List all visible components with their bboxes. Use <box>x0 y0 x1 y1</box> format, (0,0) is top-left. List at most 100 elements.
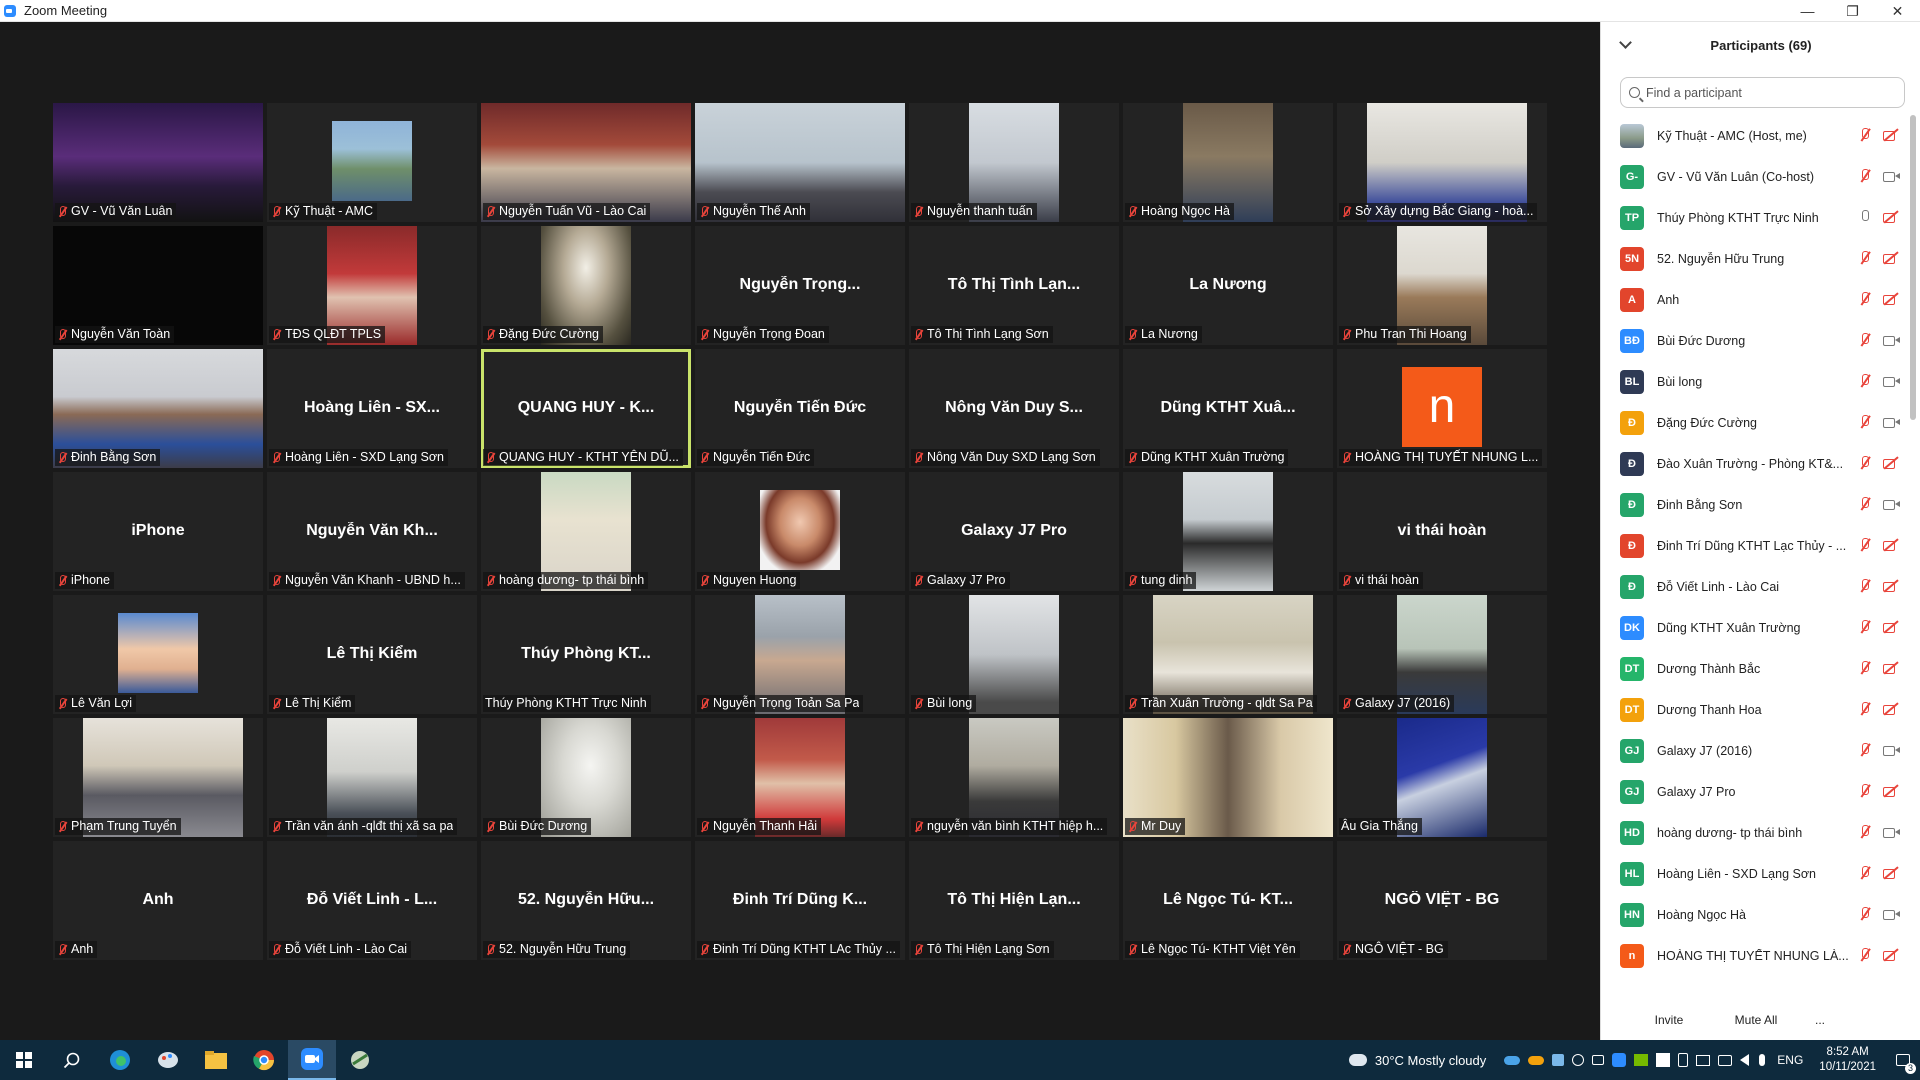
video-tile[interactable]: hoàng dương- tp thái bình <box>481 472 691 591</box>
video-tile[interactable]: Âu Gia Thắng <box>1337 718 1547 837</box>
scrollbar[interactable] <box>1910 115 1916 420</box>
app-icon[interactable] <box>336 1040 384 1080</box>
video-off-icon[interactable] <box>1883 619 1899 635</box>
video-tile[interactable]: iPhone iPhone <box>53 472 263 591</box>
video-tile[interactable]: Galaxy J7 (2016) <box>1337 595 1547 714</box>
video-tile[interactable]: Bùi Đức Dương <box>481 718 691 837</box>
file-explorer-icon[interactable] <box>192 1040 240 1080</box>
participant-row[interactable]: GJ Galaxy J7 Pro <box>1601 771 1907 812</box>
participant-row[interactable]: n HOÀNG THỊ TUYẾT NHUNG LÀ... <box>1601 935 1907 976</box>
volume-icon[interactable] <box>1740 1054 1750 1066</box>
participant-row[interactable]: BĐ Bùi Đức Dương <box>1601 320 1907 361</box>
microphone-muted-icon[interactable] <box>1859 742 1871 758</box>
video-off-icon[interactable] <box>1883 578 1899 594</box>
video-tile[interactable]: Kỹ Thuật - AMC <box>267 103 477 222</box>
video-camera-icon[interactable] <box>1883 906 1900 922</box>
video-tile[interactable]: NGÔ VIỆT - BG NGÔ VIỆT - BG <box>1337 841 1547 960</box>
video-tile[interactable]: Lê Văn Lợi <box>53 595 263 714</box>
video-tile[interactable]: Đinh Trí Dũng K... Đinh Trí Dũng KTHT LAc… <box>695 841 905 960</box>
video-tile[interactable]: Đinh Bằng Sơn <box>53 349 263 468</box>
antivirus-icon[interactable] <box>1656 1053 1671 1067</box>
participant-row[interactable]: A Anh <box>1601 279 1907 320</box>
display-icon[interactable] <box>1696 1054 1711 1066</box>
video-off-icon[interactable] <box>1883 291 1899 307</box>
video-tile[interactable]: Galaxy J7 Pro Galaxy J7 Pro <box>909 472 1119 591</box>
restore-button[interactable]: ❐ <box>1830 0 1875 22</box>
video-camera-icon[interactable] <box>1883 742 1900 758</box>
participant-row[interactable]: HN Hoàng Ngọc Hà <box>1601 894 1907 935</box>
video-tile[interactable]: Nguyễn Tuấn Vũ - Lào Cai <box>481 103 691 222</box>
video-off-icon[interactable] <box>1883 455 1899 471</box>
video-tile[interactable]: Nguyễn Trọng... Nguyễn Trọng Đoan <box>695 226 905 345</box>
video-tile[interactable]: Mr Duy <box>1123 718 1333 837</box>
microphone-muted-icon[interactable] <box>1859 250 1871 266</box>
video-off-icon[interactable] <box>1883 209 1899 225</box>
microphone-muted-icon[interactable] <box>1859 414 1871 430</box>
microphone-icon[interactable] <box>1759 1054 1766 1066</box>
search-taskbar-icon[interactable] <box>48 1040 96 1080</box>
participant-row[interactable]: Đ Đặng Đức Cường <box>1601 402 1907 443</box>
video-tile[interactable]: tung dinh <box>1123 472 1333 591</box>
paint-icon[interactable] <box>144 1040 192 1080</box>
language-indicator[interactable]: ENG <box>1777 1053 1803 1067</box>
participant-row[interactable]: DT Dương Thanh Hoa <box>1601 689 1907 730</box>
video-off-icon[interactable] <box>1883 701 1899 717</box>
video-tile[interactable]: Nguyễn Thế Anh <box>695 103 905 222</box>
microphone-muted-icon[interactable] <box>1859 660 1871 676</box>
chrome-icon[interactable] <box>240 1040 288 1080</box>
video-tile[interactable]: Lê Ngọc Tú- KT... Lê Ngọc Tú- KTHT Việt Y… <box>1123 841 1333 960</box>
clock[interactable]: 8:52 AM 10/11/2021 <box>1819 1045 1876 1075</box>
microphone-muted-icon[interactable] <box>1859 373 1871 389</box>
microphone-muted-icon[interactable] <box>1859 168 1871 184</box>
video-tile[interactable]: Sở Xây dựng Bắc Giang - hoà... <box>1337 103 1547 222</box>
video-tile[interactable]: vi thái hoàn vi thái hoàn <box>1337 472 1547 591</box>
microphone-muted-icon[interactable] <box>1859 906 1871 922</box>
video-tile[interactable]: GV - Vũ Văn Luân <box>53 103 263 222</box>
microphone-muted-icon[interactable] <box>1859 291 1871 307</box>
microphone-muted-icon[interactable] <box>1859 865 1871 881</box>
video-camera-icon[interactable] <box>1883 168 1900 184</box>
video-camera-icon[interactable] <box>1883 824 1900 840</box>
search-input[interactable] <box>1646 85 1886 100</box>
video-tile[interactable]: 52. Nguyễn Hữu... 52. Nguyễn Hữu Trung <box>481 841 691 960</box>
microphone-muted-icon[interactable] <box>1859 537 1871 553</box>
participant-row[interactable]: G- GV - Vũ Văn Luân (Co-host) <box>1601 156 1907 197</box>
video-tile[interactable]: Nông Văn Duy S... Nông Văn Duy SXD Lạng S… <box>909 349 1119 468</box>
participant-row[interactable]: HD hoàng dương- tp thái bình <box>1601 812 1907 853</box>
video-tile[interactable]: Dũng KTHT Xuâ... Dũng KTHT Xuân Trường <box>1123 349 1333 468</box>
video-tile[interactable]: Trần văn ánh -qlđt thị xã sa pa <box>267 718 477 837</box>
video-camera-icon[interactable] <box>1883 496 1900 512</box>
video-off-icon[interactable] <box>1883 783 1899 799</box>
video-tile[interactable]: Nguyen Huong <box>695 472 905 591</box>
microphone-muted-icon[interactable] <box>1859 578 1871 594</box>
video-camera-icon[interactable] <box>1883 373 1900 389</box>
video-tile[interactable]: Trần Xuân Trường - qldt Sa Pa <box>1123 595 1333 714</box>
weather-text[interactable]: 30°C Mostly cloudy <box>1375 1053 1486 1068</box>
video-tile[interactable]: Thúy Phòng KT... Thúy Phòng KTHT Trực Nin… <box>481 595 691 714</box>
video-tile[interactable]: Nguyễn Văn Toàn <box>53 226 263 345</box>
microphone-muted-icon[interactable] <box>1859 783 1871 799</box>
device-icon[interactable] <box>1678 1053 1689 1067</box>
video-tile[interactable]: Phạm Trung Tuyển <box>53 718 263 837</box>
video-tile[interactable]: Đỗ Viết Linh - L... Đỗ Viết Linh - Lào Ca… <box>267 841 477 960</box>
video-off-icon[interactable] <box>1883 865 1899 881</box>
participant-row[interactable]: Đ Đào Xuân Trường - Phòng KT&... <box>1601 443 1907 484</box>
microphone-icon[interactable] <box>1859 209 1871 225</box>
participant-row[interactable]: Kỹ Thuật - AMC (Host, me) <box>1601 115 1907 156</box>
video-off-icon[interactable] <box>1883 947 1899 963</box>
microphone-muted-icon[interactable] <box>1859 496 1871 512</box>
microphone-muted-icon[interactable] <box>1859 824 1871 840</box>
video-tile[interactable]: Nguyễn Văn Kh... Nguyễn Văn Khanh - UBND … <box>267 472 477 591</box>
video-tile[interactable]: Đặng Đức Cường <box>481 226 691 345</box>
video-tile[interactable]: Nguyễn Thanh Hải <box>695 718 905 837</box>
video-tile[interactable]: n HOÀNG THỊ TUYẾT NHUNG L... <box>1337 349 1547 468</box>
close-button[interactable]: ✕ <box>1875 0 1920 22</box>
participant-row[interactable]: 5N 52. Nguyễn Hữu Trung <box>1601 238 1907 279</box>
more-button[interactable]: ... <box>1808 1007 1832 1033</box>
video-tile[interactable]: Nguyễn thanh tuấn <box>909 103 1119 222</box>
video-tile[interactable]: Nguyễn Trọng Toản Sa Pa <box>695 595 905 714</box>
video-off-icon[interactable] <box>1883 250 1899 266</box>
participant-row[interactable]: HL Hoàng Liên - SXD Lạng Sơn <box>1601 853 1907 894</box>
microphone-muted-icon[interactable] <box>1859 127 1871 143</box>
video-camera-icon[interactable] <box>1883 332 1900 348</box>
